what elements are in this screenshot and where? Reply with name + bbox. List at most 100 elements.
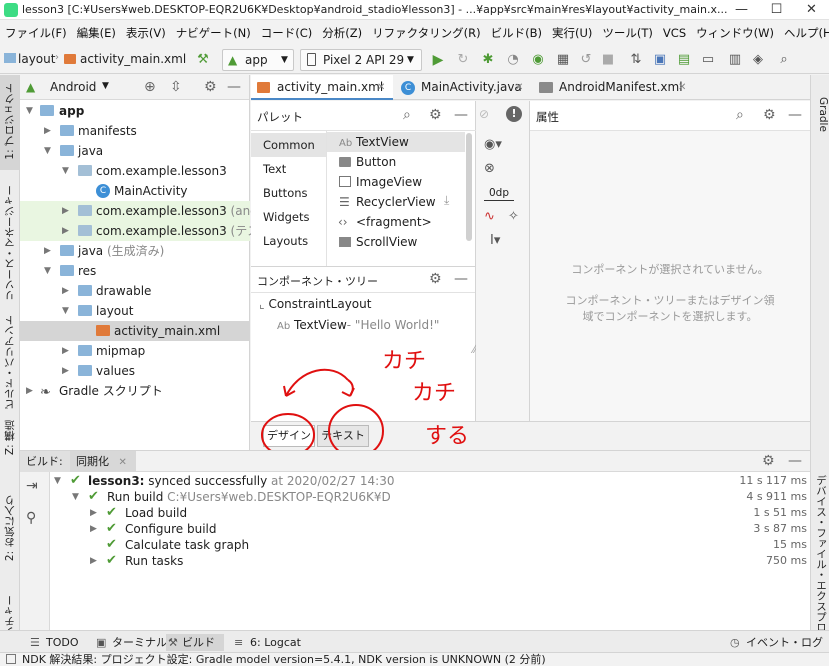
menu-run[interactable]: 実行(U) — [547, 22, 597, 44]
hide-icon[interactable]: — — [227, 79, 241, 95]
build-row-sync[interactable]: ▼ ✔ lesson3: synced successfully at 2020… — [50, 473, 810, 489]
menu-window[interactable]: ウィンドウ(W) — [691, 22, 779, 44]
pin-icon[interactable]: ⚲ — [26, 510, 36, 526]
gear-icon[interactable]: ⚙ — [763, 107, 776, 123]
tree-item-app[interactable]: ▼ app — [20, 101, 250, 121]
tree-item-java[interactable]: ▼ java — [20, 141, 250, 161]
hide-icon[interactable]: — — [454, 107, 468, 123]
tab-logcat[interactable]: ≡ 6: Logcat — [234, 634, 301, 651]
profile-icon[interactable]: ◔ — [505, 52, 521, 68]
palette-category-layouts[interactable]: Layouts — [251, 229, 326, 253]
device-file-icon[interactable]: ◈ — [750, 52, 766, 68]
build-row-run-build[interactable]: ▼ ✔ Run build C:¥Users¥web.DESKTOP-EQR2U… — [50, 489, 810, 505]
tree-item-layout[interactable]: ▼ layout — [20, 301, 250, 321]
default-margin-select[interactable]: 0dp — [484, 185, 514, 201]
menu-refactor[interactable]: リファクタリング(R) — [367, 22, 486, 44]
build-row-run-tasks[interactable]: ▶ ✔ Run tasks 750 ms — [50, 553, 810, 569]
palette-scrollbar[interactable] — [466, 133, 472, 241]
search-icon[interactable]: ⌕ — [403, 107, 411, 123]
tree-item-activity-main-xml[interactable]: activity_main.xml — [20, 321, 250, 341]
tab-sync[interactable]: 同期化 ✕ — [70, 451, 136, 472]
stop-icon[interactable]: ■ — [600, 52, 616, 68]
close-icon[interactable]: ✕ — [678, 75, 686, 100]
tab-text[interactable]: テキスト — [317, 425, 369, 447]
autoconnect-off-icon[interactable]: ⊗ — [484, 161, 495, 176]
tab-design[interactable]: デザイン — [263, 425, 315, 447]
build-row-configure-build[interactable]: ▶ ✔ Configure build 3 s 87 ms — [50, 521, 810, 537]
tab-resource-manager[interactable]: リソース・マネージャー — [2, 185, 18, 301]
menu-navigate[interactable]: ナビゲート(N) — [171, 22, 256, 44]
hide-icon[interactable]: — — [788, 107, 802, 123]
palette-item-textview[interactable]: Ab TextView — [327, 132, 465, 152]
minimize-icon[interactable]: — — [724, 0, 759, 19]
tab-terminal[interactable]: ▣ ターミナル — [96, 634, 167, 651]
palette-category-common[interactable]: Common — [251, 133, 326, 157]
run-config-select[interactable]: ▲ app ▼ — [222, 49, 294, 71]
tree-item-package-main[interactable]: ▼ com.example.lesson3 — [20, 161, 250, 181]
build-row-load-build[interactable]: ▶ ✔ Load build 1 s 51 ms — [50, 505, 810, 521]
tree-item-package-test[interactable]: ▶ com.example.lesson3 (テスト) — [20, 221, 276, 241]
sdk-manager-icon[interactable]: ▤ — [676, 52, 692, 68]
debug-icon[interactable]: ✱ — [480, 52, 496, 68]
device-select[interactable]: Pixel 2 API 29 ▼ — [300, 49, 422, 71]
tree-item-res[interactable]: ▼ res — [20, 261, 250, 281]
dropdown-arrow-icon[interactable]: ▼ — [102, 81, 109, 91]
collapse-all-icon[interactable]: ⇳ — [170, 79, 182, 95]
close-icon[interactable]: ✕ — [515, 75, 523, 100]
tree-item-manifests[interactable]: ▶ manifests — [20, 121, 250, 141]
warning-icon[interactable]: ! — [506, 106, 522, 122]
sync-gradle-icon[interactable]: ⇅ — [628, 52, 644, 68]
tab-build-variants[interactable]: ビルド・バリアント — [2, 315, 18, 410]
menu-code[interactable]: コード(C) — [256, 22, 318, 44]
project-structure-icon[interactable]: ▥ — [727, 52, 743, 68]
component-textview[interactable]: Ab TextView- "Hello World!" — [277, 318, 439, 336]
tree-item-values[interactable]: ▶ values — [20, 361, 250, 381]
hammer-icon[interactable]: ⚒ — [195, 52, 211, 68]
run-icon[interactable]: ▶ — [430, 52, 446, 68]
close-icon[interactable]: ✕ — [119, 457, 127, 468]
rerun-icon[interactable]: ↺ — [578, 52, 594, 68]
hide-icon[interactable]: — — [454, 271, 468, 287]
gear-icon[interactable]: ⚙ — [204, 79, 217, 95]
avd-manager-icon[interactable]: ▣ — [652, 52, 668, 68]
hide-icon[interactable]: — — [788, 453, 802, 469]
cancel-icon[interactable]: ⊘ — [479, 107, 489, 121]
tree-item-drawable[interactable]: ▶ drawable — [20, 281, 250, 301]
close-icon[interactable]: ✕ — [794, 0, 829, 19]
menu-help[interactable]: ヘルプ(H) — [779, 22, 829, 44]
tab-todo[interactable]: ☰ TODO — [30, 634, 79, 651]
coverage-icon[interactable]: ▦ — [555, 52, 571, 68]
close-icon[interactable]: ✕ — [377, 75, 385, 100]
palette-category-text[interactable]: Text — [251, 157, 326, 181]
infer-constraints-icon[interactable]: ✧ — [508, 209, 519, 224]
restart-icon[interactable]: ⇥ — [26, 478, 38, 494]
component-constraintlayout[interactable]: ⌞ ConstraintLayout — [259, 297, 371, 315]
palette-category-buttons[interactable]: Buttons — [251, 181, 326, 205]
tree-item-mainactivity[interactable]: C MainActivity — [20, 181, 250, 201]
palette-item-scrollview[interactable]: ScrollView — [336, 232, 417, 252]
search-icon[interactable]: ⌕ — [736, 107, 744, 123]
breadcrumb-activity-main[interactable]: activity_main.xml — [80, 52, 186, 66]
tab-build[interactable]: ⚒ ビルド — [166, 634, 224, 651]
menu-tools[interactable]: ツール(T) — [597, 22, 658, 44]
tree-item-gradle-scripts[interactable]: ▶ ❧ Gradle スクリプト — [20, 381, 250, 401]
tab-androidmanifest-xml[interactable]: AndroidManifest.xml ✕ — [533, 75, 693, 100]
apply-changes-icon[interactable]: ↻ — [455, 52, 471, 68]
tree-item-java-generated[interactable]: ▶ java (生成済み) — [20, 241, 250, 261]
palette-category-widgets[interactable]: Widgets — [251, 205, 326, 229]
search-everywhere-icon[interactable]: ⌕ — [776, 52, 792, 68]
menu-view[interactable]: 表示(V) — [121, 22, 171, 44]
maximize-icon[interactable]: ☐ — [759, 0, 794, 19]
gear-icon[interactable]: ⚙ — [429, 271, 442, 287]
tab-favorites[interactable]: 2: お気に入り — [2, 495, 18, 561]
project-view-select[interactable]: Android — [50, 80, 96, 94]
attach-debugger-icon[interactable]: ◉ — [530, 52, 546, 68]
tree-item-package-androidtest[interactable]: ▶ com.example.lesson3 (androidTest) — [20, 201, 309, 221]
tab-event-log[interactable]: ◷ イベント・ログ — [730, 634, 823, 651]
menu-file[interactable]: ファイル(F) — [0, 22, 72, 44]
guidelines-icon[interactable]: I▾ — [490, 233, 500, 248]
tree-item-mipmap[interactable]: ▶ mipmap — [20, 341, 250, 361]
download-icon[interactable]: ⤓ — [444, 193, 449, 208]
tab-structure[interactable]: Z: 構造 — [2, 420, 18, 455]
menu-edit[interactable]: 編集(E) — [72, 22, 121, 44]
